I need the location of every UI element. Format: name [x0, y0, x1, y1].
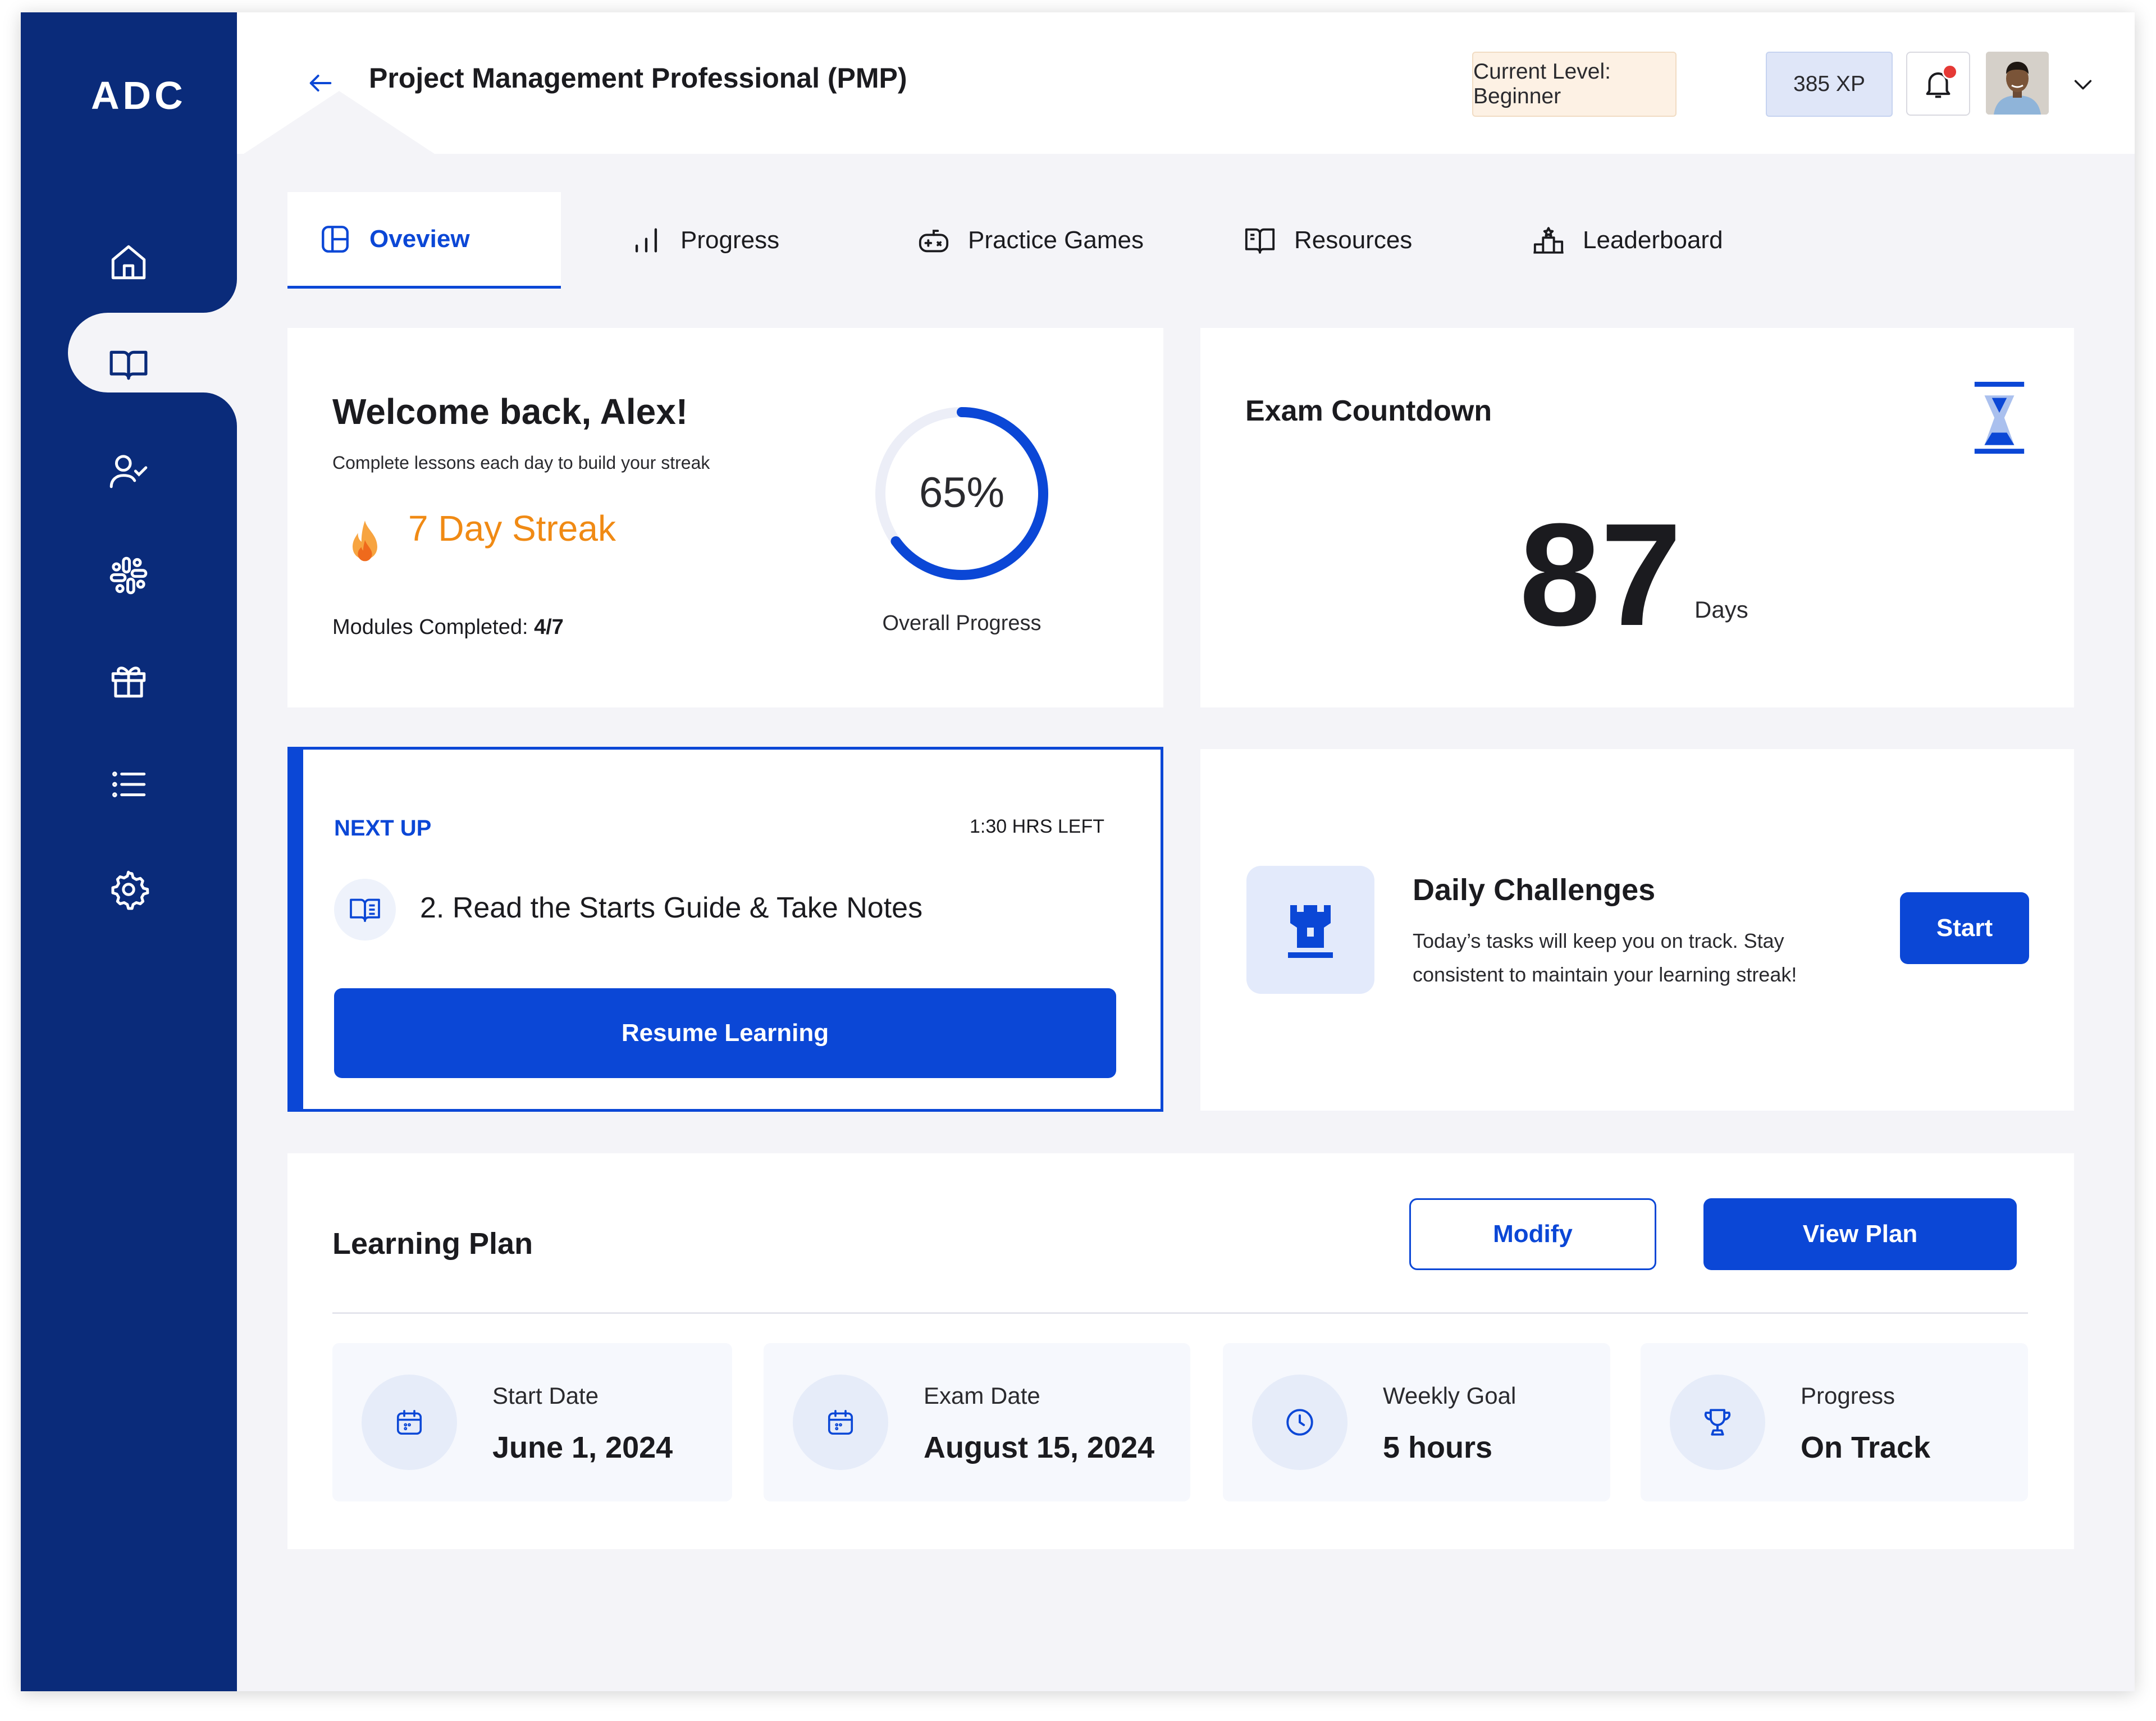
lesson-title: 2. Read the Starts Guide & Take Notes: [420, 892, 923, 924]
gift-icon: [111, 667, 146, 698]
sidebar-item-rewards[interactable]: [21, 640, 237, 719]
start-challenge-button[interactable]: Start: [1900, 892, 2029, 964]
view-plan-button[interactable]: View Plan: [1703, 1198, 2017, 1270]
tab-label: Oveview: [369, 225, 470, 253]
welcome-heading: Welcome back, Alex!: [332, 391, 688, 432]
streak-label: 7 Day Streak: [408, 508, 616, 549]
daily-challenges-card: Daily Challenges Today’s tasks will keep…: [1200, 749, 2074, 1111]
panel-layout-icon: [322, 225, 349, 253]
tab-practice-games[interactable]: Practice Games: [917, 192, 1144, 289]
calendar-icon: [828, 1409, 853, 1435]
reading-book-icon: [350, 898, 380, 922]
app-logo[interactable]: ADC: [91, 73, 186, 118]
next-up-label: NEXT UP: [334, 816, 432, 841]
stat-value: August 15, 2024: [924, 1431, 1155, 1464]
stat-label: Weekly Goal: [1383, 1382, 1516, 1409]
gamepad-icon: [919, 230, 949, 253]
slack-icon: [109, 556, 148, 595]
stat-icon-circle: [1670, 1375, 1765, 1470]
tab-overview[interactable]: Oveview: [287, 192, 561, 289]
modules-completed: Modules Completed: 4/7: [332, 615, 564, 640]
lesson-icon-circle: [334, 879, 396, 941]
stat-value: On Track: [1801, 1431, 1931, 1464]
resume-learning-button[interactable]: Resume Learning: [334, 988, 1116, 1078]
modify-button[interactable]: Modify: [1409, 1198, 1656, 1270]
tab-leaderboard[interactable]: Leaderboard: [1532, 192, 1723, 289]
daily-description-line: consistent to maintain your learning str…: [1413, 963, 1797, 986]
learning-plan-card: Learning Plan Modify View Plan Start Dat…: [287, 1153, 2074, 1549]
notifications-button[interactable]: [1906, 52, 1970, 116]
avatar[interactable]: [1986, 52, 2049, 115]
next-up-card: NEXT UP 1:30 HRS LEFT 2. Read the Starts…: [287, 747, 1163, 1112]
welcome-subtitle: Complete lessons each day to build your …: [332, 453, 710, 473]
daily-description-line: Today’s tasks will keep you on track. St…: [1413, 929, 1784, 952]
app-window: ADC Project Management Professional (PMP…: [21, 12, 2135, 1691]
countdown-unit: Days: [1694, 596, 1748, 623]
stat-icon-circle: [1252, 1375, 1347, 1470]
sidebar-item-settings[interactable]: [21, 849, 237, 928]
bar-chart-icon: [635, 228, 657, 253]
stat-value: 5 hours: [1383, 1431, 1493, 1464]
calendar-icon: [396, 1409, 422, 1435]
avatar-image: [1986, 52, 2049, 115]
open-book-icon: [1245, 228, 1275, 254]
daily-title: Daily Challenges: [1413, 873, 1656, 907]
level-badge: Current Level: Beginner: [1472, 52, 1677, 117]
stat-label: Start Date: [492, 1382, 599, 1409]
stat-label: Progress: [1801, 1382, 1895, 1409]
sidebar: ADC: [21, 12, 259, 1691]
stat-icon-circle: [362, 1375, 457, 1470]
sidebar-item-users[interactable]: [21, 431, 237, 509]
tab-label: Resources: [1294, 226, 1413, 254]
modules-value: 4/7: [534, 615, 564, 639]
book-icon: [109, 350, 148, 380]
page-title: Project Management Professional (PMP): [369, 62, 907, 94]
castle-tower-icon: [1288, 905, 1333, 958]
trophy-icon: [1704, 1409, 1731, 1436]
podium-icon: [1533, 227, 1564, 254]
header-notch: [244, 91, 435, 154]
stat-icon-circle: [793, 1375, 888, 1470]
plan-stat-start-date: Start Date June 1, 2024: [332, 1343, 732, 1501]
hourglass-icon: [1974, 381, 2025, 454]
back-arrow-icon[interactable]: [306, 69, 335, 98]
tab-label: Practice Games: [968, 226, 1144, 254]
user-check-icon: [109, 455, 148, 489]
countdown-title: Exam Countdown: [1245, 395, 1492, 427]
plan-stat-weekly-goal: Weekly Goal 5 hours: [1223, 1343, 1610, 1501]
chevron-down-icon[interactable]: [2070, 71, 2096, 97]
xp-badge: 385 XP: [1766, 52, 1893, 117]
sidebar-item-list[interactable]: [21, 744, 237, 823]
welcome-card: Welcome back, Alex! Complete lessons eac…: [287, 328, 1163, 707]
clock-icon: [1286, 1409, 1313, 1436]
tab-label: Leaderboard: [1583, 226, 1723, 254]
progress-caption: Overall Progress: [882, 611, 1042, 635]
daily-description: Today’s tasks will keep you on track. St…: [1413, 924, 1797, 992]
modules-label: Modules Completed:: [332, 615, 528, 639]
progress-percent: 65%: [919, 469, 1005, 517]
countdown-days: 87: [1519, 494, 1682, 656]
notification-dot: [1942, 64, 1958, 80]
home-icon: [111, 245, 146, 280]
plan-stat-progress: Progress On Track: [1641, 1343, 2028, 1501]
exam-countdown-card: Exam Countdown 87 Days: [1200, 328, 2074, 707]
sidebar-item-integrations[interactable]: [21, 535, 237, 614]
tab-resources[interactable]: Resources: [1244, 192, 1412, 289]
plan-stat-exam-date: Exam Date August 15, 2024: [764, 1343, 1190, 1501]
sidebar-item-home[interactable]: [21, 222, 237, 300]
sidebar-item-courses[interactable]: [21, 324, 237, 403]
challenge-icon-tile: [1246, 866, 1374, 994]
stat-value: June 1, 2024: [492, 1431, 673, 1464]
plan-title: Learning Plan: [332, 1227, 533, 1261]
tab-label: Progress: [680, 226, 780, 254]
stat-label: Exam Date: [924, 1382, 1040, 1409]
time-left: 1:30 HRS LEFT: [970, 816, 1104, 837]
tab-progress[interactable]: Progress: [630, 192, 779, 289]
plan-divider: [332, 1312, 2028, 1314]
gear-icon: [111, 870, 149, 910]
list-icon: [112, 772, 146, 797]
fire-icon: [353, 521, 377, 562]
